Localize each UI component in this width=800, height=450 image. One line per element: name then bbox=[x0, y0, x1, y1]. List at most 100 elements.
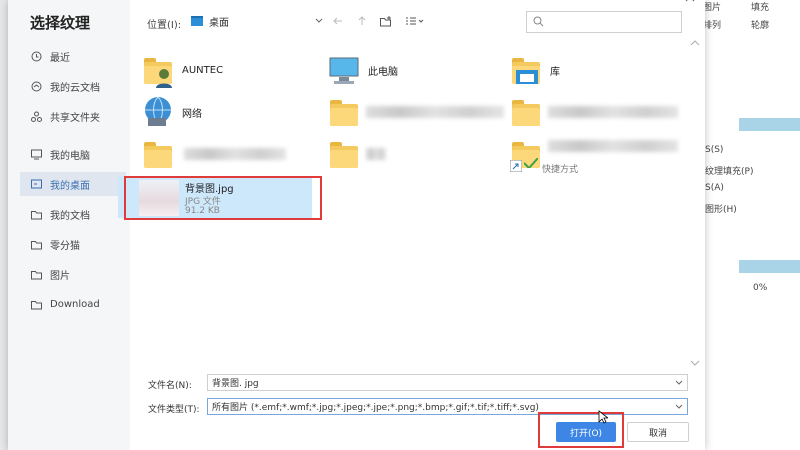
back-button[interactable] bbox=[330, 12, 346, 30]
blurred-file-name bbox=[184, 148, 286, 160]
file-item-library[interactable]: 库 bbox=[508, 50, 560, 90]
bg-outline-label: 轮廓 bbox=[751, 21, 770, 31]
sidebar-item-my-computer[interactable]: 我的电脑 bbox=[20, 142, 126, 166]
search-icon bbox=[533, 16, 544, 27]
up-button[interactable] bbox=[354, 12, 370, 30]
file-item-auntec[interactable]: AUNTEC bbox=[140, 50, 223, 90]
bg-arrange-label: 排列 bbox=[703, 21, 722, 31]
bg-menu-2: 纹理填充(P) bbox=[705, 167, 754, 177]
clock-icon bbox=[30, 50, 42, 62]
background-app-panel: 图片 填充 排列 轮廓 S(S) 纹理填充(P) S(A) 图形(H) 0% bbox=[698, 0, 800, 450]
folder-icon bbox=[30, 298, 42, 310]
sidebar-item-label: Download bbox=[50, 298, 100, 310]
sidebar-item-label: 我的云文档 bbox=[50, 82, 100, 94]
user-folder-icon bbox=[140, 52, 176, 88]
location-value: 桌面 bbox=[209, 17, 229, 29]
shortcut-folder-icon bbox=[508, 136, 544, 172]
sidebar-item-cloud-docs[interactable]: 我的云文档 bbox=[20, 74, 126, 98]
desktop-icon bbox=[30, 178, 42, 190]
arrow-up-icon bbox=[358, 16, 366, 25]
shortcut-type-label: 快捷方式 bbox=[542, 165, 579, 175]
open-highlight-box bbox=[538, 412, 624, 448]
sidebar-item-label: 我的桌面 bbox=[50, 180, 90, 192]
blurred-file-name bbox=[548, 140, 678, 152]
close-icon bbox=[685, 0, 695, 2]
file-item-blurred-5[interactable] bbox=[326, 134, 368, 174]
chevron-down-icon bbox=[675, 404, 683, 409]
folder-icon bbox=[326, 94, 362, 130]
library-icon bbox=[508, 52, 544, 88]
chevron-down-icon bbox=[315, 18, 323, 23]
folder-icon bbox=[508, 94, 544, 130]
file-name: 此电脑 bbox=[368, 66, 398, 78]
filetype-value: 所有图片 (*.emf;*.wmf;*.jpg;*.jpeg;*.jpe;*.p… bbox=[212, 403, 539, 413]
folder-icon bbox=[30, 208, 42, 220]
file-name: AUNTEC bbox=[182, 64, 224, 76]
bg-color-bar-2 bbox=[739, 260, 800, 273]
filename-input[interactable]: 背景图. jpg bbox=[207, 374, 688, 391]
sidebar-item-my-documents[interactable]: 我的文档 bbox=[20, 202, 126, 226]
computer-icon bbox=[30, 148, 42, 160]
background-app-left-edge bbox=[0, 0, 8, 450]
new-folder-icon bbox=[380, 15, 391, 26]
file-item-blurred-3[interactable] bbox=[508, 92, 550, 132]
desktop-icon bbox=[191, 16, 203, 26]
bg-color-bar bbox=[739, 118, 800, 131]
folder-icon bbox=[30, 268, 42, 280]
sidebar-item-download[interactable]: Download bbox=[20, 292, 126, 316]
bg-picture-label: 图片 bbox=[703, 3, 722, 13]
file-name: 网络 bbox=[182, 108, 202, 120]
view-menu-button[interactable] bbox=[404, 12, 428, 30]
network-globe-icon bbox=[140, 94, 176, 130]
sidebar-item-label: 我的文档 bbox=[50, 210, 90, 222]
cloud-icon bbox=[30, 80, 42, 92]
file-dialog: 选择纹理 最近 我的云文档 共享文件夹 我的电脑 我的桌面 我的文档 零分猫 图… bbox=[8, 0, 705, 450]
cancel-button[interactable]: 取消 bbox=[627, 422, 689, 442]
mouse-cursor-icon bbox=[598, 410, 608, 424]
file-item-blurred-2[interactable] bbox=[326, 92, 368, 132]
folder-icon bbox=[326, 136, 362, 172]
sidebar-item-my-desktop[interactable]: 我的桌面 bbox=[20, 172, 126, 196]
filename-label: 文件名(N): bbox=[148, 381, 192, 391]
bg-fill-label: 填充 bbox=[751, 3, 770, 13]
arrow-left-icon bbox=[333, 17, 342, 25]
sidebar-item-label: 零分猫 bbox=[50, 240, 80, 252]
filetype-label: 文件类型(T): bbox=[148, 405, 200, 415]
scroll-up-icon bbox=[690, 40, 700, 46]
sidebar-item-recent[interactable]: 最近 bbox=[20, 44, 126, 68]
sidebar-item-label: 图片 bbox=[50, 270, 70, 282]
close-button[interactable] bbox=[680, 0, 700, 4]
location-select[interactable]: 桌面 bbox=[191, 12, 323, 30]
bg-menu-1: S(S) bbox=[705, 145, 724, 155]
search-input[interactable] bbox=[526, 11, 682, 33]
filename-value: 背景图. jpg bbox=[212, 379, 259, 389]
blurred-file-name bbox=[366, 106, 504, 118]
share-icon bbox=[30, 110, 42, 122]
blurred-file-name bbox=[366, 148, 386, 160]
sidebar-item-label: 共享文件夹 bbox=[50, 112, 100, 124]
selection-highlight-box bbox=[124, 176, 322, 220]
file-item-network[interactable]: 网络 bbox=[140, 92, 202, 132]
chevron-down-icon bbox=[675, 380, 683, 385]
sidebar-item-lingfenmao[interactable]: 零分猫 bbox=[20, 232, 126, 256]
vertical-scrollbar[interactable] bbox=[688, 40, 702, 366]
location-label: 位置(I): bbox=[147, 20, 182, 31]
computer-icon bbox=[326, 52, 362, 88]
blurred-file-name bbox=[548, 106, 678, 118]
sidebar-item-pictures[interactable]: 图片 bbox=[20, 262, 126, 286]
bg-menu-3: S(A) bbox=[705, 183, 724, 193]
new-folder-button[interactable] bbox=[378, 12, 394, 30]
scroll-down-icon bbox=[690, 360, 700, 366]
sidebar-item-shared-folder[interactable]: 共享文件夹 bbox=[20, 104, 126, 128]
bg-percent: 0% bbox=[753, 283, 768, 293]
sidebar-item-label: 最近 bbox=[50, 52, 70, 64]
file-name: 库 bbox=[550, 66, 560, 78]
bg-menu-4: 图形(H) bbox=[705, 205, 737, 215]
folder-icon bbox=[140, 136, 176, 172]
file-item-this-pc[interactable]: 此电脑 bbox=[326, 50, 398, 90]
dialog-title: 选择纹理 bbox=[30, 14, 91, 32]
sidebar-item-label: 我的电脑 bbox=[50, 150, 90, 162]
list-view-icon bbox=[406, 17, 424, 25]
file-item-blurred-4[interactable] bbox=[140, 134, 182, 174]
folder-icon bbox=[30, 238, 42, 250]
